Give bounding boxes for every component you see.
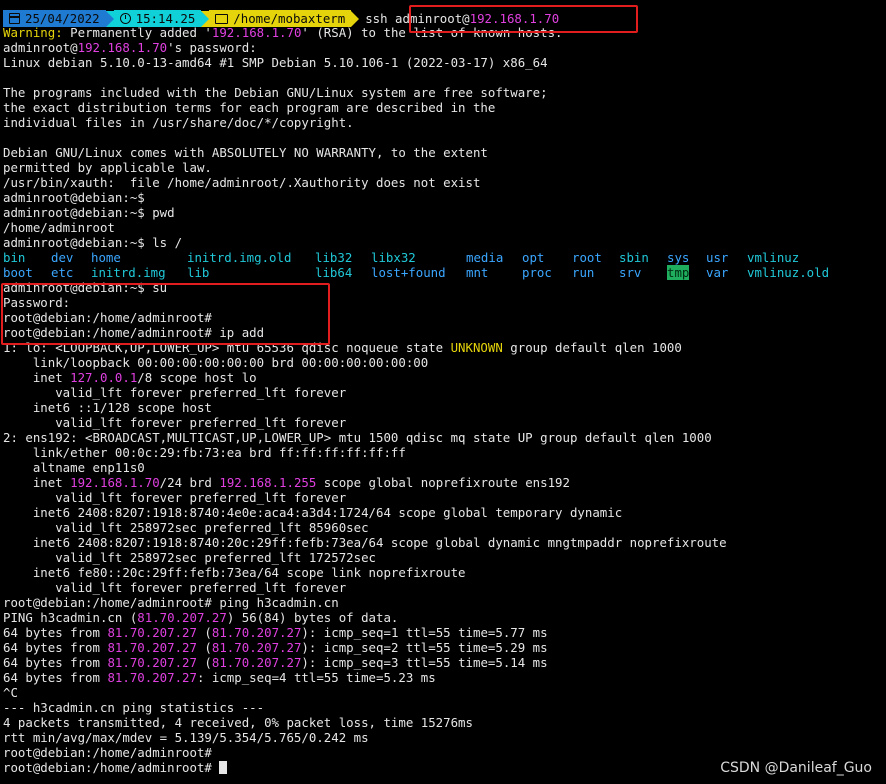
terminal-line: /home/adminroot <box>3 220 115 235</box>
terminal-output[interactable]: Warning: Permanently added '192.168.1.70… <box>3 10 883 775</box>
ls-entry: var <box>706 265 729 280</box>
ls-entry: dev <box>51 250 74 265</box>
terminal-line: adminroot@debian:~$ pwd <box>3 205 175 220</box>
terminal-line: /usr/bin/xauth: file /home/adminroot/.Xa… <box>3 175 481 190</box>
terminal-line: root@debian:/home/adminroot# ping h3cadm… <box>3 595 339 610</box>
terminal-line: valid_lft 258972sec preferred_lft 172572… <box>3 550 376 565</box>
terminal-line: inet 127.0.0.1/8 scope host lo <box>3 370 257 385</box>
terminal-line: adminroot@192.168.1.70's password: <box>3 40 257 55</box>
terminal-line: inet6 fe80::20c:29ff:fefb:73ea/64 scope … <box>3 565 466 580</box>
ls-entry: sbin <box>619 250 649 265</box>
ls-entry: lost+found <box>371 265 446 280</box>
terminal-line: adminroot@debian:~$ su <box>3 280 168 295</box>
terminal-line: the exact distribution terms for each pr… <box>3 100 496 115</box>
ls-entry: lib32 <box>315 250 353 265</box>
ls-entry: libx32 <box>371 250 416 265</box>
ls-output-row: boot etc initrd.img lib lib64 lost+found mnt pr… <box>3 265 883 280</box>
terminal-line: link/loopback 00:00:00:00:00:00 brd 00:0… <box>3 355 429 370</box>
ls-entry: home <box>91 250 121 265</box>
ls-entry: mnt <box>466 265 489 280</box>
terminal-line: valid_lft forever preferred_lft forever <box>3 580 347 595</box>
terminal-line: root@debian:/home/adminroot# ip add <box>3 325 265 340</box>
terminal-line: root@debian:/home/adminroot# <box>3 745 212 760</box>
terminal-line: PING h3cadmin.cn (81.70.207.27) 56(84) b… <box>3 610 399 625</box>
terminal-line: 64 bytes from 81.70.207.27 (81.70.207.27… <box>3 655 548 670</box>
ls-entry: etc <box>51 265 74 280</box>
terminal-line: inet 192.168.1.70/24 brd 192.168.1.255 s… <box>3 475 570 490</box>
ls-entry: vmlinuz <box>747 250 800 265</box>
terminal-line: altname enp11s0 <box>3 460 145 475</box>
ls-entry: boot <box>3 265 33 280</box>
terminal-line: adminroot@debian:~$ <box>3 190 145 205</box>
terminal-line: 64 bytes from 81.70.207.27 (81.70.207.27… <box>3 640 548 655</box>
watermark: CSDN @Danileaf_Guo <box>720 760 872 776</box>
ls-entry: lib <box>187 265 210 280</box>
terminal-line: valid_lft 258972sec preferred_lft 85960s… <box>3 520 369 535</box>
ls-entry: srv <box>619 265 642 280</box>
ls-entry: media <box>466 250 504 265</box>
terminal-line: Warning: Permanently added '192.168.1.70… <box>3 25 563 40</box>
terminal-line: valid_lft forever preferred_lft forever <box>3 490 347 505</box>
terminal-line: Debian GNU/Linux comes with ABSOLUTELY N… <box>3 145 488 160</box>
terminal-line: inet6 ::1/128 scope host <box>3 400 212 415</box>
ls-entry: usr <box>706 250 729 265</box>
terminal-line: link/ether 00:0c:29:fb:73:ea brd ff:ff:f… <box>3 445 406 460</box>
ls-entry: tmp <box>667 265 690 280</box>
ls-entry: opt <box>522 250 545 265</box>
ls-entry: run <box>572 265 595 280</box>
text-cursor <box>219 761 228 774</box>
ls-entry: initrd.img <box>91 265 166 280</box>
terminal-line: 64 bytes from 81.70.207.27: icmp_seq=4 t… <box>3 670 436 685</box>
terminal-line: 4 packets transmitted, 4 received, 0% pa… <box>3 715 473 730</box>
terminal-line: individual files in /usr/share/doc/*/cop… <box>3 115 354 130</box>
ls-entry: lib64 <box>315 265 353 280</box>
terminal-line: --- h3cadmin.cn ping statistics --- <box>3 700 265 715</box>
ls-entry: sys <box>667 250 690 265</box>
ls-output-row: bin dev home initrd.img.old lib32 libx32 media… <box>3 250 883 265</box>
terminal-line: 1: lo: <LOOPBACK,UP,LOWER_UP> mtu 65536 … <box>3 340 682 355</box>
terminal-line: 2: ens192: <BROADCAST,MULTICAST,UP,LOWER… <box>3 430 712 445</box>
terminal-line: Password: <box>3 295 71 310</box>
terminal-line: root@debian:/home/adminroot# <box>3 310 212 325</box>
ls-entry: bin <box>3 250 26 265</box>
terminal-line: inet6 2408:8207:1918:8740:4e0e:aca4:a3d4… <box>3 505 623 520</box>
terminal-line: The programs included with the Debian GN… <box>3 85 548 100</box>
terminal-line: ^C <box>3 685 18 700</box>
terminal-line: Linux debian 5.10.0-13-amd64 #1 SMP Debi… <box>3 55 548 70</box>
ls-entry: proc <box>522 265 552 280</box>
terminal-line: inet6 2408:8207:1918:8740:20c:29ff:fefb:… <box>3 535 727 550</box>
ls-entry: vmlinuz.old <box>747 265 830 280</box>
terminal-line: adminroot@debian:~$ ls / <box>3 235 183 250</box>
terminal-line: valid_lft forever preferred_lft forever <box>3 415 347 430</box>
terminal-line: 64 bytes from 81.70.207.27 (81.70.207.27… <box>3 625 548 640</box>
terminal-line: valid_lft forever preferred_lft forever <box>3 385 347 400</box>
terminal-line: rtt min/avg/max/mdev = 5.139/5.354/5.765… <box>3 730 369 745</box>
ls-entry: initrd.img.old <box>187 250 292 265</box>
terminal-line: permitted by applicable law. <box>3 160 212 175</box>
ls-entry: root <box>572 250 602 265</box>
